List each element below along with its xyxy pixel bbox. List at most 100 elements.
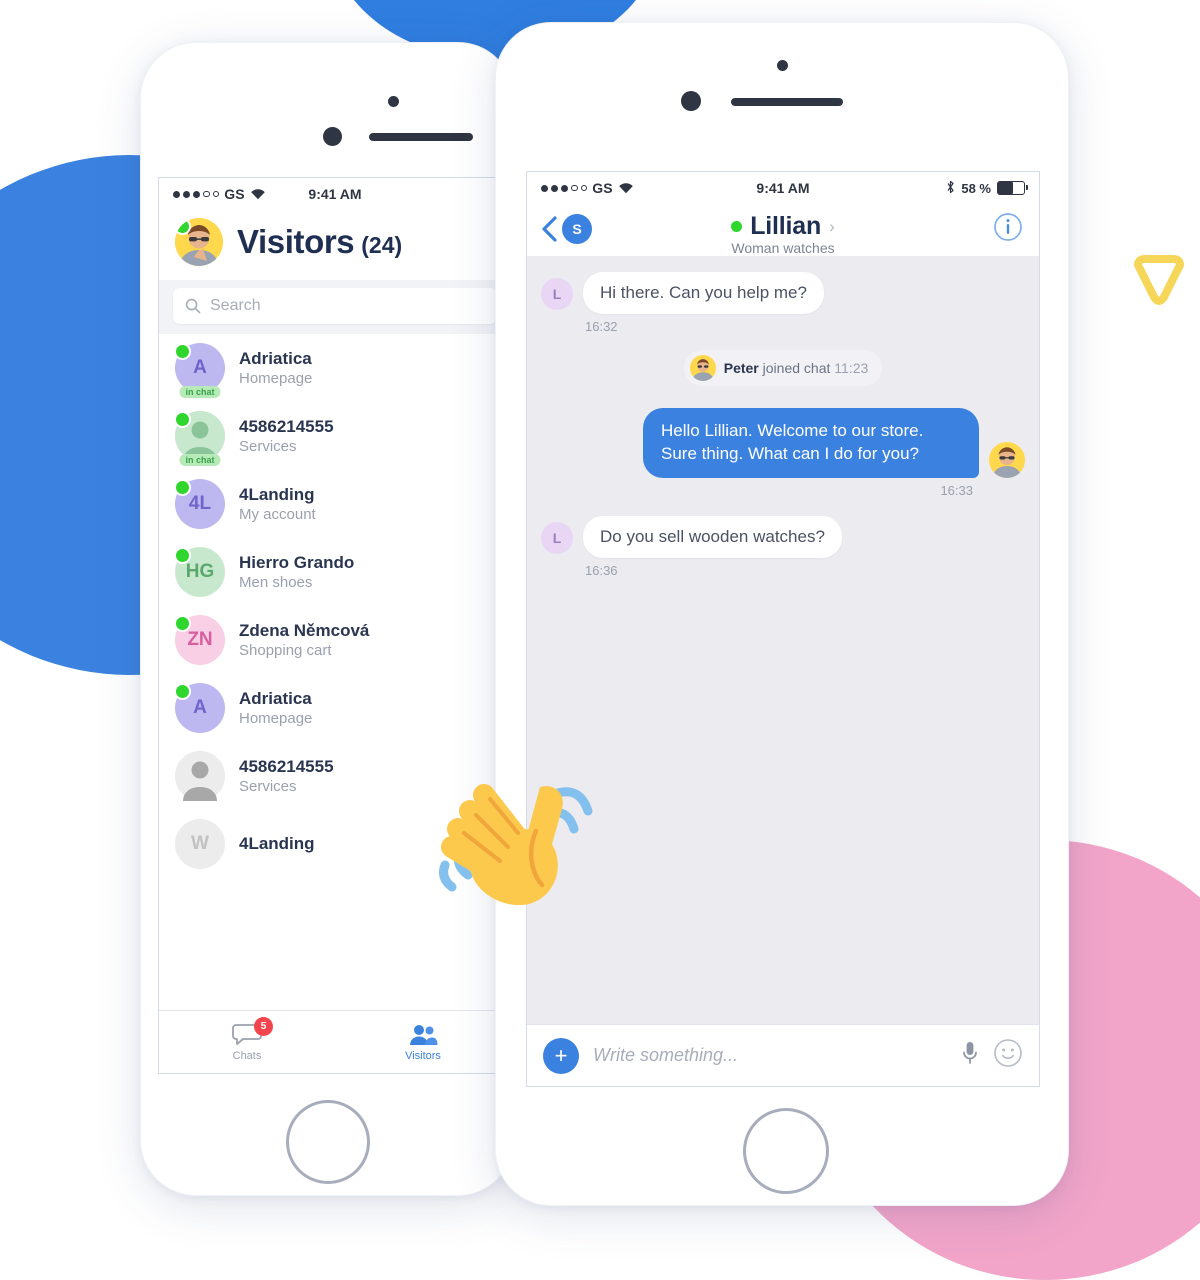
visitors-count: (24) — [361, 232, 403, 258]
speaker-dot-icon — [681, 91, 701, 111]
message-timestamp: 16:33 — [940, 482, 973, 498]
carrier-label: GS — [224, 186, 245, 202]
waving-hand-emoji-icon — [432, 735, 617, 920]
online-status-dot — [174, 615, 191, 632]
message-bubble: Hello Lillian. Welcome to our store. Sur… — [643, 408, 979, 478]
phone-right-notch — [496, 23, 1068, 153]
visitor-list-item[interactable]: HG Hierro Grando Men shoes — [159, 538, 511, 606]
earpiece-speaker — [369, 133, 473, 141]
status-bar-left: GS 9:41 AM — [159, 178, 511, 210]
tab-chats-label: Chats — [232, 1050, 262, 1062]
avatar: HG — [174, 547, 225, 597]
in-chat-badge: in chat — [179, 386, 221, 398]
visitor-meta: 4Landing My account — [239, 484, 316, 525]
signal-strength-icon — [173, 190, 220, 198]
avatar-initials: A — [193, 357, 207, 378]
phone-left-notch — [141, 43, 513, 173]
tab-bar[interactable]: 5 Chats Visitors — [159, 1010, 511, 1073]
visitor-page: Shopping cart — [239, 641, 332, 659]
chat-contact-name: Lillian — [750, 212, 822, 240]
avatar-initials: HG — [185, 561, 215, 582]
battery-icon — [997, 181, 1028, 195]
tab-visitors-label: Visitors — [405, 1050, 441, 1062]
avatar-initials: 4L — [188, 493, 212, 514]
message-incoming: L Do you sell wooden watches? — [541, 515, 1025, 558]
search-section: Search — [159, 280, 511, 334]
online-status-dot — [174, 683, 191, 700]
in-chat-badge: in chat — [179, 454, 221, 466]
avatar[interactable] — [175, 218, 223, 266]
back-button[interactable]: S — [541, 214, 592, 244]
search-icon — [185, 298, 201, 314]
online-status-dot — [174, 411, 191, 428]
screen-left: GS 9:41 AM Visitors (24) Search A in cha… — [158, 177, 512, 1074]
visitor-meta: Adriatica Homepage — [239, 688, 312, 729]
chat-input-bar[interactable]: + Write something... — [527, 1024, 1039, 1086]
message-bubble: Hi there. Can you help me? — [583, 272, 824, 314]
avatar — [689, 355, 716, 381]
visitors-header: Visitors (24) — [159, 210, 511, 280]
avatar — [175, 751, 225, 801]
wifi-icon — [250, 188, 266, 200]
system-message-action: joined chat — [762, 360, 831, 376]
online-status-dot — [174, 343, 191, 360]
visitor-page: Men shoes — [239, 573, 313, 591]
visitor-meta: 4Landing — [239, 833, 315, 854]
avatar: L — [541, 521, 573, 554]
search-input[interactable]: Search — [173, 288, 497, 324]
message-timestamp: 16:32 — [585, 319, 618, 334]
avatar: in chat — [174, 411, 225, 466]
visitor-name: 4586214555 — [239, 756, 334, 776]
visitor-list-item[interactable]: ZN Zdena Němcová Shopping cart — [159, 606, 511, 674]
message-bubble: Do you sell wooden watches? — [583, 515, 842, 558]
signal-strength-icon — [541, 184, 588, 192]
visitor-page: Homepage — [239, 709, 313, 727]
online-status-dot — [731, 221, 743, 232]
add-attachment-button[interactable]: + — [543, 1037, 579, 1074]
online-status-dot — [174, 479, 191, 496]
camera-dot-icon — [777, 60, 788, 71]
visitor-meta: Zdena Němcová Shopping cart — [239, 620, 369, 661]
visitor-page: Services — [239, 437, 297, 455]
carrier-label: GS — [592, 180, 613, 196]
visitor-list-item[interactable]: in chat 4586214555 Services — [159, 402, 511, 470]
avatar-initials: A — [193, 697, 207, 718]
visitor-page: Services — [239, 777, 297, 795]
visitor-list-item[interactable]: 4L 4Landing My account — [159, 470, 511, 538]
avatar: 4L — [174, 479, 225, 529]
tab-chats[interactable]: 5 Chats — [159, 1011, 335, 1073]
status-bar-right: GS 9:41 AM 58 % — [527, 172, 1039, 204]
avatar: ZN — [174, 615, 225, 665]
tab-visitors[interactable]: Visitors — [335, 1011, 511, 1073]
smiley-icon[interactable] — [993, 1038, 1023, 1073]
list-fade-mask — [159, 985, 511, 1011]
visitor-list-item[interactable]: Ain chat Adriatica Homepage — [159, 334, 511, 402]
message-outgoing: Hello Lillian. Welcome to our store. Sur… — [541, 408, 1025, 478]
avatar: Ain chat — [174, 343, 225, 398]
system-message-time: 11:23 — [834, 360, 869, 376]
camera-dot-icon — [388, 96, 399, 107]
home-button-right[interactable] — [743, 1108, 829, 1194]
message-timestamp: 16:36 — [585, 562, 618, 578]
info-circle-icon[interactable] — [993, 212, 1023, 247]
visitor-name: Adriatica — [239, 688, 312, 708]
message-input[interactable]: Write something... — [593, 1045, 947, 1066]
chats-unread-badge: 5 — [254, 1017, 273, 1036]
chat-bubble-icon: 5 — [232, 1017, 273, 1048]
avatar-initials: W — [191, 833, 209, 854]
home-button-left[interactable] — [286, 1100, 370, 1184]
phone-right: GS 9:41 AM 58 % S Lillian › Woman watche… — [495, 22, 1069, 1206]
visitor-meta: 4586214555 Services — [239, 756, 334, 797]
bluetooth-icon — [946, 180, 955, 197]
visitor-name: 4Landing — [239, 484, 315, 504]
visitor-name: Zdena Němcová — [239, 620, 370, 640]
source-badge[interactable]: S — [562, 214, 592, 244]
avatar: W — [175, 819, 225, 869]
avatar: A — [174, 683, 225, 733]
microphone-icon[interactable] — [961, 1040, 979, 1071]
visitor-name: 4Landing — [239, 834, 315, 854]
visitor-page: Homepage — [239, 369, 313, 387]
visitor-meta: 4586214555 Services — [239, 416, 334, 457]
chevron-right-icon[interactable]: › — [829, 217, 835, 237]
visitor-list-item[interactable]: A Adriatica Homepage — [159, 674, 511, 742]
